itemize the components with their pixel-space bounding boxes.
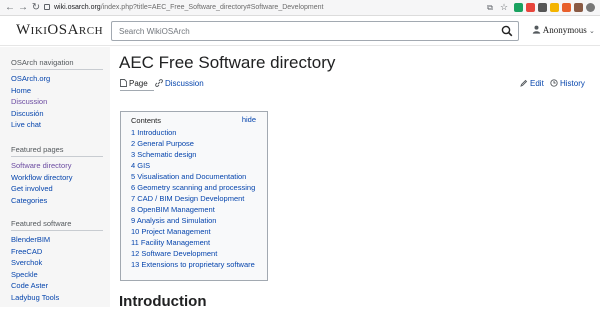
section-heading-introduction: Introduction bbox=[119, 293, 207, 310]
translate-icon[interactable]: ⧉ bbox=[484, 1, 496, 14]
tab-discussion[interactable]: Discussion bbox=[155, 79, 204, 88]
toc-item[interactable]: 5 Visualisation and Documentation bbox=[131, 171, 255, 182]
toc-item[interactable]: 1 Introduction bbox=[131, 127, 255, 138]
sidebar-item-ladybug-tools[interactable]: Ladybug Tools bbox=[11, 292, 103, 304]
page-icon bbox=[120, 79, 127, 87]
toc-item[interactable]: 12 Software Development bbox=[131, 248, 255, 259]
table-of-contents: Contents hide 1 Introduction 2 General P… bbox=[120, 111, 268, 281]
tab-edit[interactable]: Edit bbox=[520, 79, 544, 88]
pencil-icon bbox=[520, 79, 528, 87]
search-box bbox=[111, 21, 519, 41]
portal-heading: Featured software bbox=[11, 219, 103, 231]
sidebar-item-freecad[interactable]: FreeCAD bbox=[11, 246, 103, 258]
notes-extension-icon[interactable] bbox=[562, 3, 571, 12]
back-icon[interactable]: ← bbox=[4, 1, 16, 14]
sidebar-item-workflow-directory[interactable]: Workflow directory bbox=[11, 172, 103, 184]
puzzle-extension-icon[interactable] bbox=[574, 3, 583, 12]
portal-heading: Featured pages bbox=[11, 145, 103, 157]
evernote-extension-icon[interactable] bbox=[514, 3, 523, 12]
search-icon[interactable] bbox=[500, 24, 514, 38]
sidebar-item-software-directory[interactable]: Software directory bbox=[11, 160, 103, 172]
sidebar-item-code-aster[interactable]: Code Aster bbox=[11, 280, 103, 292]
portal-featured-pages: Featured pages Software directory Workfl… bbox=[11, 145, 103, 206]
sidebar: OSArch navigation OSArch.org Home Discus… bbox=[0, 47, 110, 307]
portal-featured-software: Featured software BlenderBIM FreeCAD Sve… bbox=[11, 219, 103, 303]
sidebar-item-discusion[interactable]: Discusión bbox=[11, 108, 103, 120]
toc-item[interactable]: 10 Project Management bbox=[131, 226, 255, 237]
tab-history[interactable]: History bbox=[550, 79, 585, 88]
sidebar-item-blenderbim[interactable]: BlenderBIM bbox=[11, 234, 103, 246]
bookmark-star-icon[interactable]: ☆ bbox=[498, 1, 510, 14]
toc-item[interactable]: 2 General Purpose bbox=[131, 138, 255, 149]
sidebar-item-live-chat[interactable]: Live chat bbox=[11, 119, 103, 131]
clock-icon bbox=[550, 79, 558, 87]
sidebar-item-discussion[interactable]: Discussion bbox=[11, 96, 103, 108]
link-icon bbox=[155, 79, 163, 87]
user-menu[interactable]: Anonymous ⌄ bbox=[532, 25, 595, 35]
toc-list: 1 Introduction 2 General Purpose 3 Schem… bbox=[131, 127, 255, 270]
toc-item[interactable]: 4 GIS bbox=[131, 160, 255, 171]
toc-item[interactable]: 3 Schematic design bbox=[131, 149, 255, 160]
tab-active-indicator bbox=[120, 90, 154, 91]
toc-item[interactable]: 13 Extensions to proprietary software bbox=[131, 259, 255, 270]
portal-heading: OSArch navigation bbox=[11, 58, 103, 70]
tab-history-label: History bbox=[560, 79, 585, 88]
forward-icon[interactable]: → bbox=[17, 1, 29, 14]
toc-item[interactable]: 8 OpenBIM Management bbox=[131, 204, 255, 215]
toc-hide-link[interactable]: hide bbox=[242, 115, 256, 124]
profile-avatar[interactable] bbox=[586, 3, 595, 12]
toc-title: Contents bbox=[131, 116, 162, 125]
address-bar[interactable]: wiki.osarch.org/index.php?title=AEC_Free… bbox=[44, 1, 472, 14]
chevron-down-icon: ⌄ bbox=[589, 27, 595, 35]
main-content: AEC Free Software directory Page Discuss… bbox=[110, 47, 600, 310]
toc-item[interactable]: 7 CAD / BIM Design Development bbox=[131, 193, 255, 204]
lock-icon bbox=[44, 4, 50, 10]
tab-discussion-label: Discussion bbox=[165, 79, 204, 88]
sidebar-item-home[interactable]: Home bbox=[11, 85, 103, 97]
sidebar-item-speckle[interactable]: Speckle bbox=[11, 269, 103, 281]
toc-item[interactable]: 9 Analysis and Simulation bbox=[131, 215, 255, 226]
url-path: /index.php?title=AEC_Free_Software_direc… bbox=[100, 4, 324, 11]
site-logo[interactable]: WikiOSArch bbox=[16, 22, 103, 39]
tab-page-label: Page bbox=[129, 79, 148, 88]
keep-extension-icon[interactable] bbox=[550, 3, 559, 12]
sidebar-item-get-involved[interactable]: Get involved bbox=[11, 183, 103, 195]
search-input[interactable] bbox=[112, 22, 492, 40]
tab-page[interactable]: Page bbox=[120, 79, 148, 88]
url-host: wiki.osarch.org bbox=[54, 4, 101, 11]
glasses-extension-icon[interactable] bbox=[538, 3, 547, 12]
sidebar-item-sverchok[interactable]: Sverchok bbox=[11, 257, 103, 269]
reload-icon[interactable]: ↻ bbox=[30, 1, 42, 14]
sidebar-item-categories[interactable]: Categories bbox=[11, 195, 103, 207]
record-extension-icon[interactable] bbox=[526, 3, 535, 12]
user-icon bbox=[532, 25, 541, 34]
portal-osarch-navigation: OSArch navigation OSArch.org Home Discus… bbox=[11, 58, 103, 131]
tab-edit-label: Edit bbox=[530, 79, 544, 88]
toc-item[interactable]: 6 Geometry scanning and processing bbox=[131, 182, 255, 193]
sidebar-item-osarch-org[interactable]: OSArch.org bbox=[11, 73, 103, 85]
browser-toolbar: ← → ↻ wiki.osarch.org/index.php?title=AE… bbox=[0, 0, 600, 16]
toc-item[interactable]: 11 Facility Management bbox=[131, 237, 255, 248]
page-title: AEC Free Software directory bbox=[119, 53, 336, 72]
site-header: WikiOSArch Anonymous ⌄ bbox=[0, 16, 600, 46]
user-name: Anonymous bbox=[542, 25, 587, 35]
